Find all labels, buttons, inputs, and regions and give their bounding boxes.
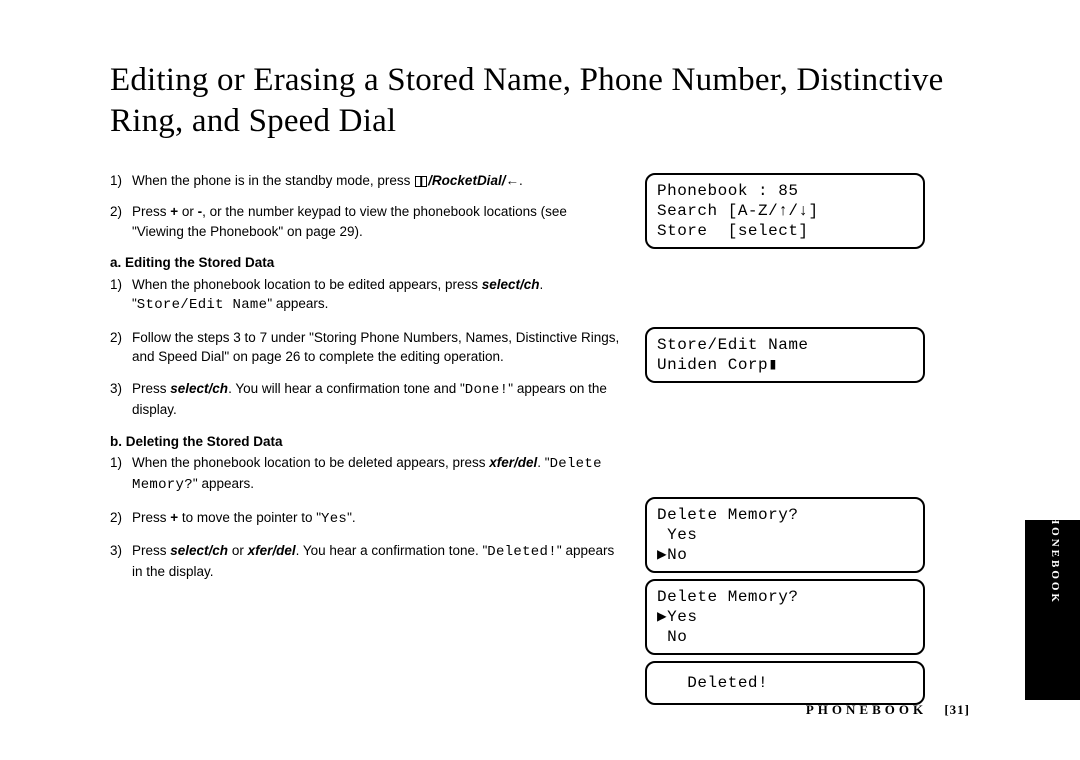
page-title: Editing or Erasing a Stored Name, Phone …	[110, 60, 980, 143]
key-label: /RocketDial/←	[428, 173, 519, 188]
step-number: 3)	[110, 379, 132, 420]
footer-section: PHONEBOOK	[806, 702, 927, 717]
lcd-screen-deleted: Deleted!	[645, 661, 925, 705]
step-text: Press	[132, 204, 170, 219]
step-text: ".	[347, 510, 356, 525]
step-number: 1)	[110, 453, 132, 496]
key-label: xfer/del	[489, 455, 537, 470]
step-text: or	[178, 204, 198, 219]
key-label: select/ch	[170, 381, 228, 396]
step-number: 1)	[110, 171, 132, 191]
lcd-screen-store-edit: Store/Edit Name Uniden Corp▮	[645, 327, 925, 383]
lcd-text: Store/Edit Name	[137, 297, 268, 313]
instructions-column: 1) When the phone is in the standby mode…	[110, 171, 620, 731]
lcd-screen-delete-no: Delete Memory? Yes ▶No	[645, 497, 925, 573]
step-text: Press	[132, 543, 170, 558]
subheading-deleting: b. Deleting the Stored Data	[110, 432, 620, 452]
step-text: When the phonebook location to be edited…	[132, 277, 482, 292]
footer-page-number: [31]	[944, 702, 970, 717]
key-label: +	[170, 204, 178, 219]
step-text: or	[228, 543, 248, 558]
book-icon	[415, 176, 427, 187]
key-label: select/ch	[482, 277, 540, 292]
step-text: Press	[132, 510, 170, 525]
step-text: . You will hear a confirmation tone and …	[228, 381, 465, 396]
step-number: 2)	[110, 328, 132, 367]
subheading-editing: a. Editing the Stored Data	[110, 253, 620, 273]
key-label: select/ch	[170, 543, 228, 558]
lcd-screens-column: Phonebook : 85 Search [A-Z/↑/↓] Store [s…	[645, 171, 925, 731]
step-number: 3)	[110, 541, 132, 582]
step-number: 2)	[110, 508, 132, 529]
step-text: When the phonebook location to be delete…	[132, 455, 489, 470]
key-label: xfer/del	[248, 543, 296, 558]
step-text: . You hear a confirmation tone. "	[296, 543, 488, 558]
step-text: . "	[537, 455, 549, 470]
step-text: " appears.	[267, 296, 328, 311]
step-number: 2)	[110, 202, 132, 241]
lcd-text: Done!	[465, 382, 509, 398]
section-tab-label: PHONEBOOK	[1049, 506, 1061, 605]
step-text: .	[519, 173, 523, 188]
lcd-screen-delete-yes: Delete Memory? ▶Yes No	[645, 579, 925, 655]
step-text: Follow the steps 3 to 7 under "Storing P…	[132, 328, 620, 367]
page-footer: PHONEBOOK [31]	[806, 702, 970, 718]
lcd-screen-phonebook: Phonebook : 85 Search [A-Z/↑/↓] Store [s…	[645, 173, 925, 249]
lcd-text: Deleted!	[487, 544, 557, 560]
step-text: When the phone is in the standby mode, p…	[132, 173, 414, 188]
step-number: 1)	[110, 275, 132, 316]
step-text: Press	[132, 381, 170, 396]
lcd-text: Yes	[321, 511, 347, 527]
step-text: to move the pointer to "	[178, 510, 321, 525]
step-text: " appears.	[193, 476, 254, 491]
key-label: +	[170, 510, 178, 525]
